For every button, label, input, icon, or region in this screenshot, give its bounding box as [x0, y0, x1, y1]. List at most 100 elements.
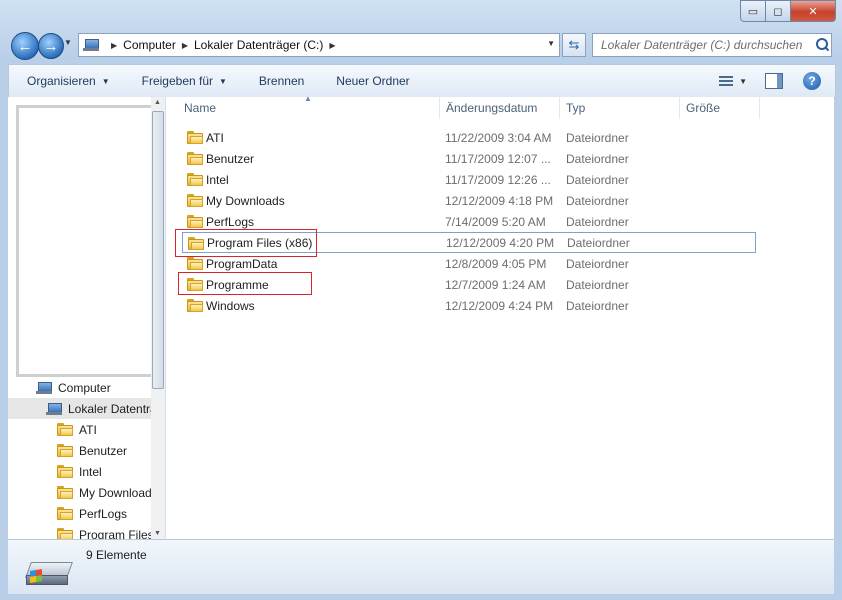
- new-folder-button[interactable]: Neuer Ordner: [318, 65, 423, 97]
- minimize-icon: ▭: [747, 5, 759, 18]
- file-row[interactable]: Intel 11/17/2009 12:26 ... Dateiordner: [182, 169, 755, 190]
- file-name: Benutzer: [206, 151, 255, 166]
- refresh-icon: ⇆: [568, 37, 580, 52]
- explorer-window: ▭ ◻ ✕ ← → ▼ ▶ Computer ▶ Lokaler Datentr…: [0, 0, 842, 600]
- file-type: Dateiordner: [566, 151, 629, 166]
- help-icon[interactable]: ?: [803, 72, 821, 90]
- folder-icon: [57, 423, 73, 436]
- search-icon[interactable]: [815, 37, 831, 53]
- refresh-button[interactable]: ⇆: [562, 33, 586, 57]
- folder-icon: [187, 257, 203, 270]
- navigation-pane: Computer Lokaler Datenträger (C:) ATI Be…: [8, 97, 166, 542]
- item-count: 9 Elemente: [86, 548, 147, 562]
- organize-menu-button[interactable]: Organisieren ▼: [9, 65, 124, 97]
- column-headers: ▲ Name Änderungsdatum Typ Größe: [166, 94, 834, 119]
- folder-icon: [57, 486, 73, 499]
- scrollbar-thumb[interactable]: [152, 111, 164, 389]
- breadcrumb-separator-icon[interactable]: ▶: [111, 41, 117, 50]
- details-pane: 9 Elemente: [8, 539, 834, 594]
- breadcrumb-separator-icon[interactable]: ▶: [182, 41, 188, 50]
- computer-icon: [83, 38, 101, 52]
- chevron-down-icon: ▼: [101, 76, 110, 86]
- file-name: PerfLogs: [206, 214, 255, 229]
- command-bar-right: ▼ ?: [717, 65, 835, 97]
- back-button[interactable]: ←: [11, 32, 39, 60]
- file-row[interactable]: Benutzer 11/17/2009 12:07 ... Dateiordne…: [182, 148, 755, 169]
- tree-item-label: My Downloads: [79, 485, 151, 500]
- folder-icon: [187, 152, 203, 165]
- tree-item-label: Intel: [79, 464, 102, 479]
- tree-item-label: Computer: [58, 380, 111, 395]
- tree-item-label: Lokaler Datenträger (C:): [68, 401, 151, 416]
- column-header-label: Größe: [686, 101, 721, 115]
- maximize-icon: ◻: [773, 5, 783, 18]
- file-modified: 11/17/2009 12:26 ...: [445, 172, 551, 187]
- tree-item-folder[interactable]: Intel: [8, 461, 151, 482]
- burn-button[interactable]: Brennen: [241, 65, 318, 97]
- file-type: Dateiordner: [566, 256, 629, 271]
- column-header-modified[interactable]: Änderungsdatum: [440, 97, 560, 119]
- drive-icon: [46, 402, 64, 416]
- preview-pane-icon[interactable]: [765, 73, 783, 89]
- forward-button[interactable]: →: [38, 33, 64, 59]
- minimize-button[interactable]: ▭: [740, 0, 766, 22]
- recent-pages-dropdown[interactable]: ▼: [64, 38, 72, 47]
- scroll-down-icon[interactable]: ▼: [154, 530, 161, 537]
- column-header-type[interactable]: Typ: [560, 97, 680, 119]
- maximize-button[interactable]: ◻: [766, 0, 791, 22]
- column-header-label: Name: [184, 101, 217, 115]
- arrow-left-icon: ←: [17, 37, 33, 55]
- file-modified: 12/12/2009 4:18 PM: [445, 193, 554, 208]
- highlight-box-program-files-x86: [175, 229, 317, 257]
- computer-icon: [36, 381, 54, 395]
- breadcrumb[interactable]: ▶ Computer ▶ Lokaler Datenträger (C:) ▶ …: [78, 33, 560, 57]
- breadcrumb-separator-icon[interactable]: ▶: [329, 41, 335, 50]
- folder-icon: [57, 444, 73, 457]
- file-row[interactable]: My Downloads 12/12/2009 4:18 PM Dateiord…: [182, 190, 755, 211]
- file-modified: 11/17/2009 12:07 ...: [445, 151, 551, 166]
- column-header-size[interactable]: Größe: [680, 97, 760, 119]
- file-row[interactable]: ATI 11/22/2009 3:04 AM Dateiordner: [182, 127, 755, 148]
- views-icon[interactable]: [717, 74, 735, 88]
- burn-label: Brennen: [258, 74, 305, 88]
- tree-item-folder[interactable]: My Downloads: [8, 482, 151, 503]
- command-bar: Organisieren ▼ Freigeben für ▼ Brennen Neu…: [8, 64, 836, 98]
- navigation-scrollbar[interactable]: ▲ ▼: [151, 97, 165, 539]
- tree-item-folder[interactable]: ATI: [8, 419, 151, 440]
- column-header-name[interactable]: Name: [178, 97, 440, 119]
- navigation-placeholder-box: [16, 105, 154, 377]
- address-dropdown-icon[interactable]: ▼: [547, 39, 555, 48]
- share-label: Freigeben für: [141, 74, 213, 88]
- folder-icon: [187, 194, 203, 207]
- column-header-label: Änderungsdatum: [446, 101, 538, 115]
- file-name: Windows: [206, 298, 255, 313]
- tree-item-computer[interactable]: Computer: [8, 377, 151, 398]
- scroll-up-icon[interactable]: ▲: [154, 99, 161, 106]
- folder-icon: [187, 131, 203, 144]
- tree-item-drive[interactable]: Lokaler Datenträger (C:): [8, 398, 151, 419]
- file-name: ProgramData: [206, 256, 278, 271]
- tree-item-label: ATI: [79, 422, 97, 437]
- tree-item-folder[interactable]: Benutzer: [8, 440, 151, 461]
- file-type: Dateiordner: [566, 172, 629, 187]
- address-row: ← → ▼ ▶ Computer ▶ Lokaler Datenträger (…: [0, 28, 842, 64]
- chevron-down-icon[interactable]: ▼: [739, 77, 747, 86]
- chevron-down-icon: ▼: [64, 38, 72, 47]
- search-input[interactable]: [599, 37, 811, 53]
- file-row[interactable]: Windows 12/12/2009 4:24 PM Dateiordner: [182, 295, 755, 316]
- folder-icon: [187, 215, 203, 228]
- caption-buttons: ▭ ◻ ✕: [740, 0, 836, 22]
- organize-label: Organisieren: [27, 74, 96, 88]
- file-modified: 12/7/2009 1:24 AM: [445, 277, 546, 292]
- close-button[interactable]: ✕: [791, 0, 836, 22]
- hard-drive-icon: [25, 558, 73, 586]
- tree-item-folder[interactable]: PerfLogs: [8, 503, 151, 524]
- file-list: ▲ Name Änderungsdatum Typ Größe ATI 11/2…: [166, 94, 834, 539]
- breadcrumb-computer[interactable]: Computer: [123, 38, 176, 52]
- share-menu-button[interactable]: Freigeben für ▼: [124, 65, 241, 97]
- file-modified: 12/12/2009 4:24 PM: [445, 298, 554, 313]
- search-box: [592, 33, 832, 57]
- file-name: ATI: [206, 130, 224, 145]
- file-type: Dateiordner: [566, 130, 629, 145]
- breadcrumb-drive[interactable]: Lokaler Datenträger (C:): [194, 38, 323, 52]
